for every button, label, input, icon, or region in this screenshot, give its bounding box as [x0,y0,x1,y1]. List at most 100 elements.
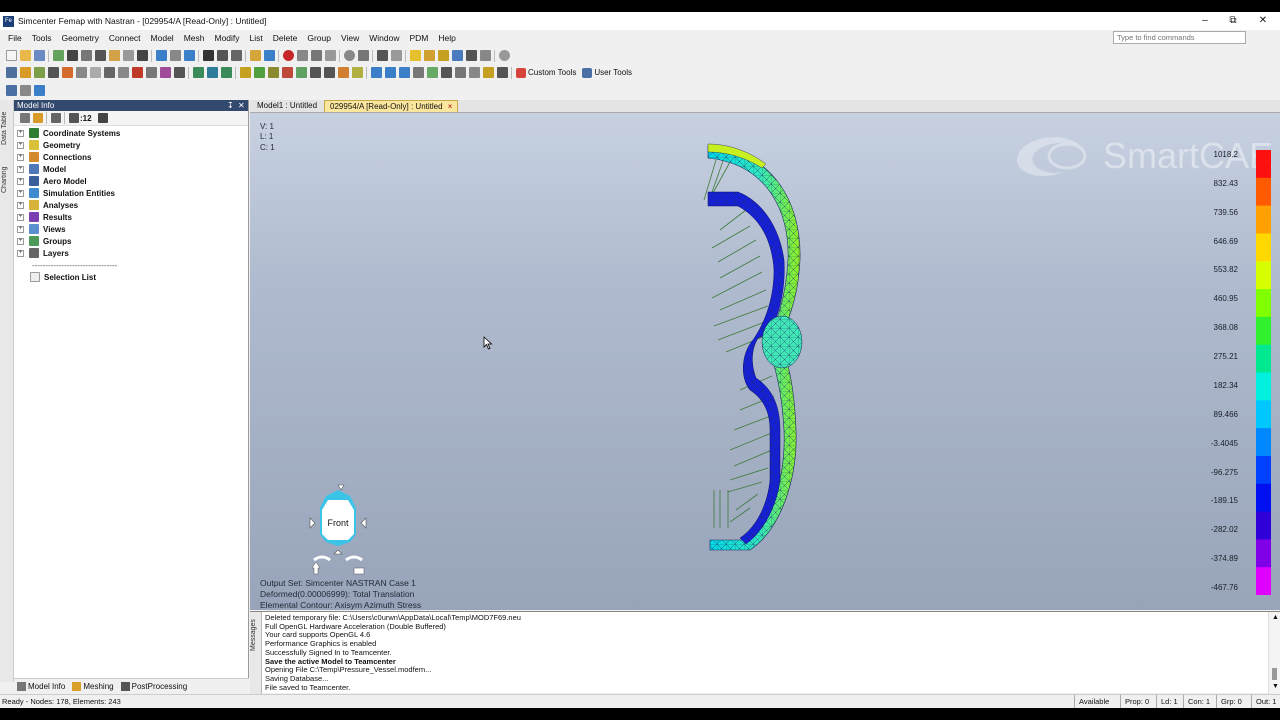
circle-icon[interactable] [343,50,355,61]
menu-window[interactable]: Window [369,33,399,43]
tab-postprocessing[interactable]: PostProcessing [120,682,187,691]
menu-pdm[interactable]: PDM [410,33,429,43]
data-table-tab[interactable]: Data Table [1,103,13,153]
mesh-size-icon[interactable] [19,67,31,78]
deform-icon[interactable] [451,50,463,61]
view-fit-icon[interactable] [426,67,438,78]
tree-node-views[interactable]: + Views [17,223,248,235]
table-icon[interactable] [75,67,87,78]
tree-node-simulation-entities[interactable]: + Simulation Entities [17,187,248,199]
mesh-toolbar-icon[interactable] [5,67,17,78]
select-all-icon[interactable] [33,85,45,96]
redo-icon[interactable] [183,50,195,61]
tab-active-model[interactable]: 029954/A [Read-Only] : Untitled × [324,100,459,112]
menu-mesh[interactable]: Mesh [184,33,205,43]
print-icon[interactable] [136,50,148,61]
contour-icon[interactable] [437,50,449,61]
revolve-icon[interactable] [117,67,129,78]
element-icon[interactable] [61,67,73,78]
expand-icon[interactable]: + [17,201,24,209]
rotate-up-icon[interactable] [337,484,345,491]
box-icon[interactable] [230,50,242,61]
show-icon[interactable] [496,67,508,78]
workplane-icon[interactable] [357,50,369,61]
expand-icon[interactable]: + [17,213,24,221]
boolean-icon[interactable] [323,67,335,78]
property-icon[interactable] [173,67,185,78]
menu-group[interactable]: Group [307,33,331,43]
tree-node-results[interactable]: + Results [17,211,248,223]
menu-tools[interactable]: Tools [32,33,52,43]
copy-icon[interactable] [122,50,134,61]
solid-icon[interactable] [253,67,265,78]
close-button[interactable]: ✕ [1248,12,1278,30]
tree-node-analyses[interactable]: + Analyses [17,199,248,211]
cleanup-icon[interactable] [309,67,321,78]
pin-icon[interactable]: ↧ [227,100,234,111]
point-icon[interactable] [281,67,293,78]
tree-node-aero-model[interactable]: + Aero Model [17,175,248,187]
load-icon[interactable] [131,67,143,78]
menu-geometry[interactable]: Geometry [62,33,99,43]
curve-icon[interactable] [267,67,279,78]
status-prop[interactable]: Prop: 0 [1120,695,1156,708]
tree-node-coordinate-systems[interactable]: + Coordinate Systems [17,127,248,139]
panel-close-icon[interactable]: ✕ [238,100,245,111]
list-icon[interactable] [202,50,214,61]
view-options-icon[interactable] [465,50,477,61]
expand-icon[interactable]: + [17,177,24,185]
view-iso-icon[interactable] [412,67,424,78]
expand-icon[interactable]: + [17,153,24,161]
scroll-up-icon[interactable]: ▲ [1272,614,1279,621]
tree-node-layers[interactable]: + Layers [17,247,248,259]
expand-icon[interactable]: + [17,141,24,149]
status-output[interactable]: Out: 1 [1251,695,1280,708]
select-icon[interactable] [263,50,275,61]
expand-icon[interactable]: + [17,189,24,197]
tree-expand-icon[interactable] [50,113,61,123]
tab-model1[interactable]: Model1 : Untitled [252,100,322,112]
pad-icon[interactable] [351,67,363,78]
expand-icon[interactable]: + [17,237,24,245]
rotate-left-icon[interactable] [309,517,316,529]
status-load-set[interactable]: Ld: 1 [1156,695,1183,708]
view-navigator[interactable]: Front [308,482,372,578]
tree-node-model[interactable]: + Model [17,163,248,175]
perspective-icon[interactable] [479,50,491,61]
node-icon[interactable] [47,67,59,78]
view-front-icon[interactable] [370,67,382,78]
scroll-down-icon[interactable]: ▼ [1272,683,1279,690]
home-view-icon[interactable] [311,561,321,575]
scroll-thumb[interactable] [1272,668,1277,680]
user-tools-button[interactable]: User Tools [582,67,632,78]
layer-icon[interactable] [220,67,232,78]
new-file-icon[interactable] [5,50,17,61]
align-icon[interactable] [216,50,228,61]
spin-left-icon[interactable] [313,555,331,562]
material-icon[interactable] [159,67,171,78]
view-side-icon[interactable] [398,67,410,78]
tree-node-groups[interactable]: + Groups [17,235,248,247]
midsurface-icon[interactable] [295,67,307,78]
tree-node-selection-list[interactable]: Selection List [17,271,248,283]
snap-icon[interactable] [324,50,336,61]
zoom-icon[interactable] [440,67,452,78]
grid-icon[interactable] [66,50,78,61]
tree-options-icon[interactable] [19,113,30,123]
entity-icon[interactable] [52,50,64,61]
measure-icon[interactable] [249,50,261,61]
tab-meshing[interactable]: Meshing [72,682,114,691]
messages-scrollbar[interactable]: ▲ ▼ [1268,612,1280,694]
entity-select-icon[interactable] [5,85,17,96]
pan-icon[interactable] [454,67,466,78]
hide-icon[interactable] [482,67,494,78]
view-menu-icon[interactable] [353,567,365,575]
refine-icon[interactable] [89,67,101,78]
status-constraint[interactable]: Con: 1 [1183,695,1216,708]
expand-icon[interactable]: + [17,249,24,257]
tree-filter-icon[interactable] [32,113,43,123]
view-select-icon[interactable] [376,50,388,61]
maximize-button[interactable]: ⧉ [1218,12,1248,30]
expand-icon[interactable]: + [17,225,24,233]
postprocess-icon[interactable] [423,50,435,61]
